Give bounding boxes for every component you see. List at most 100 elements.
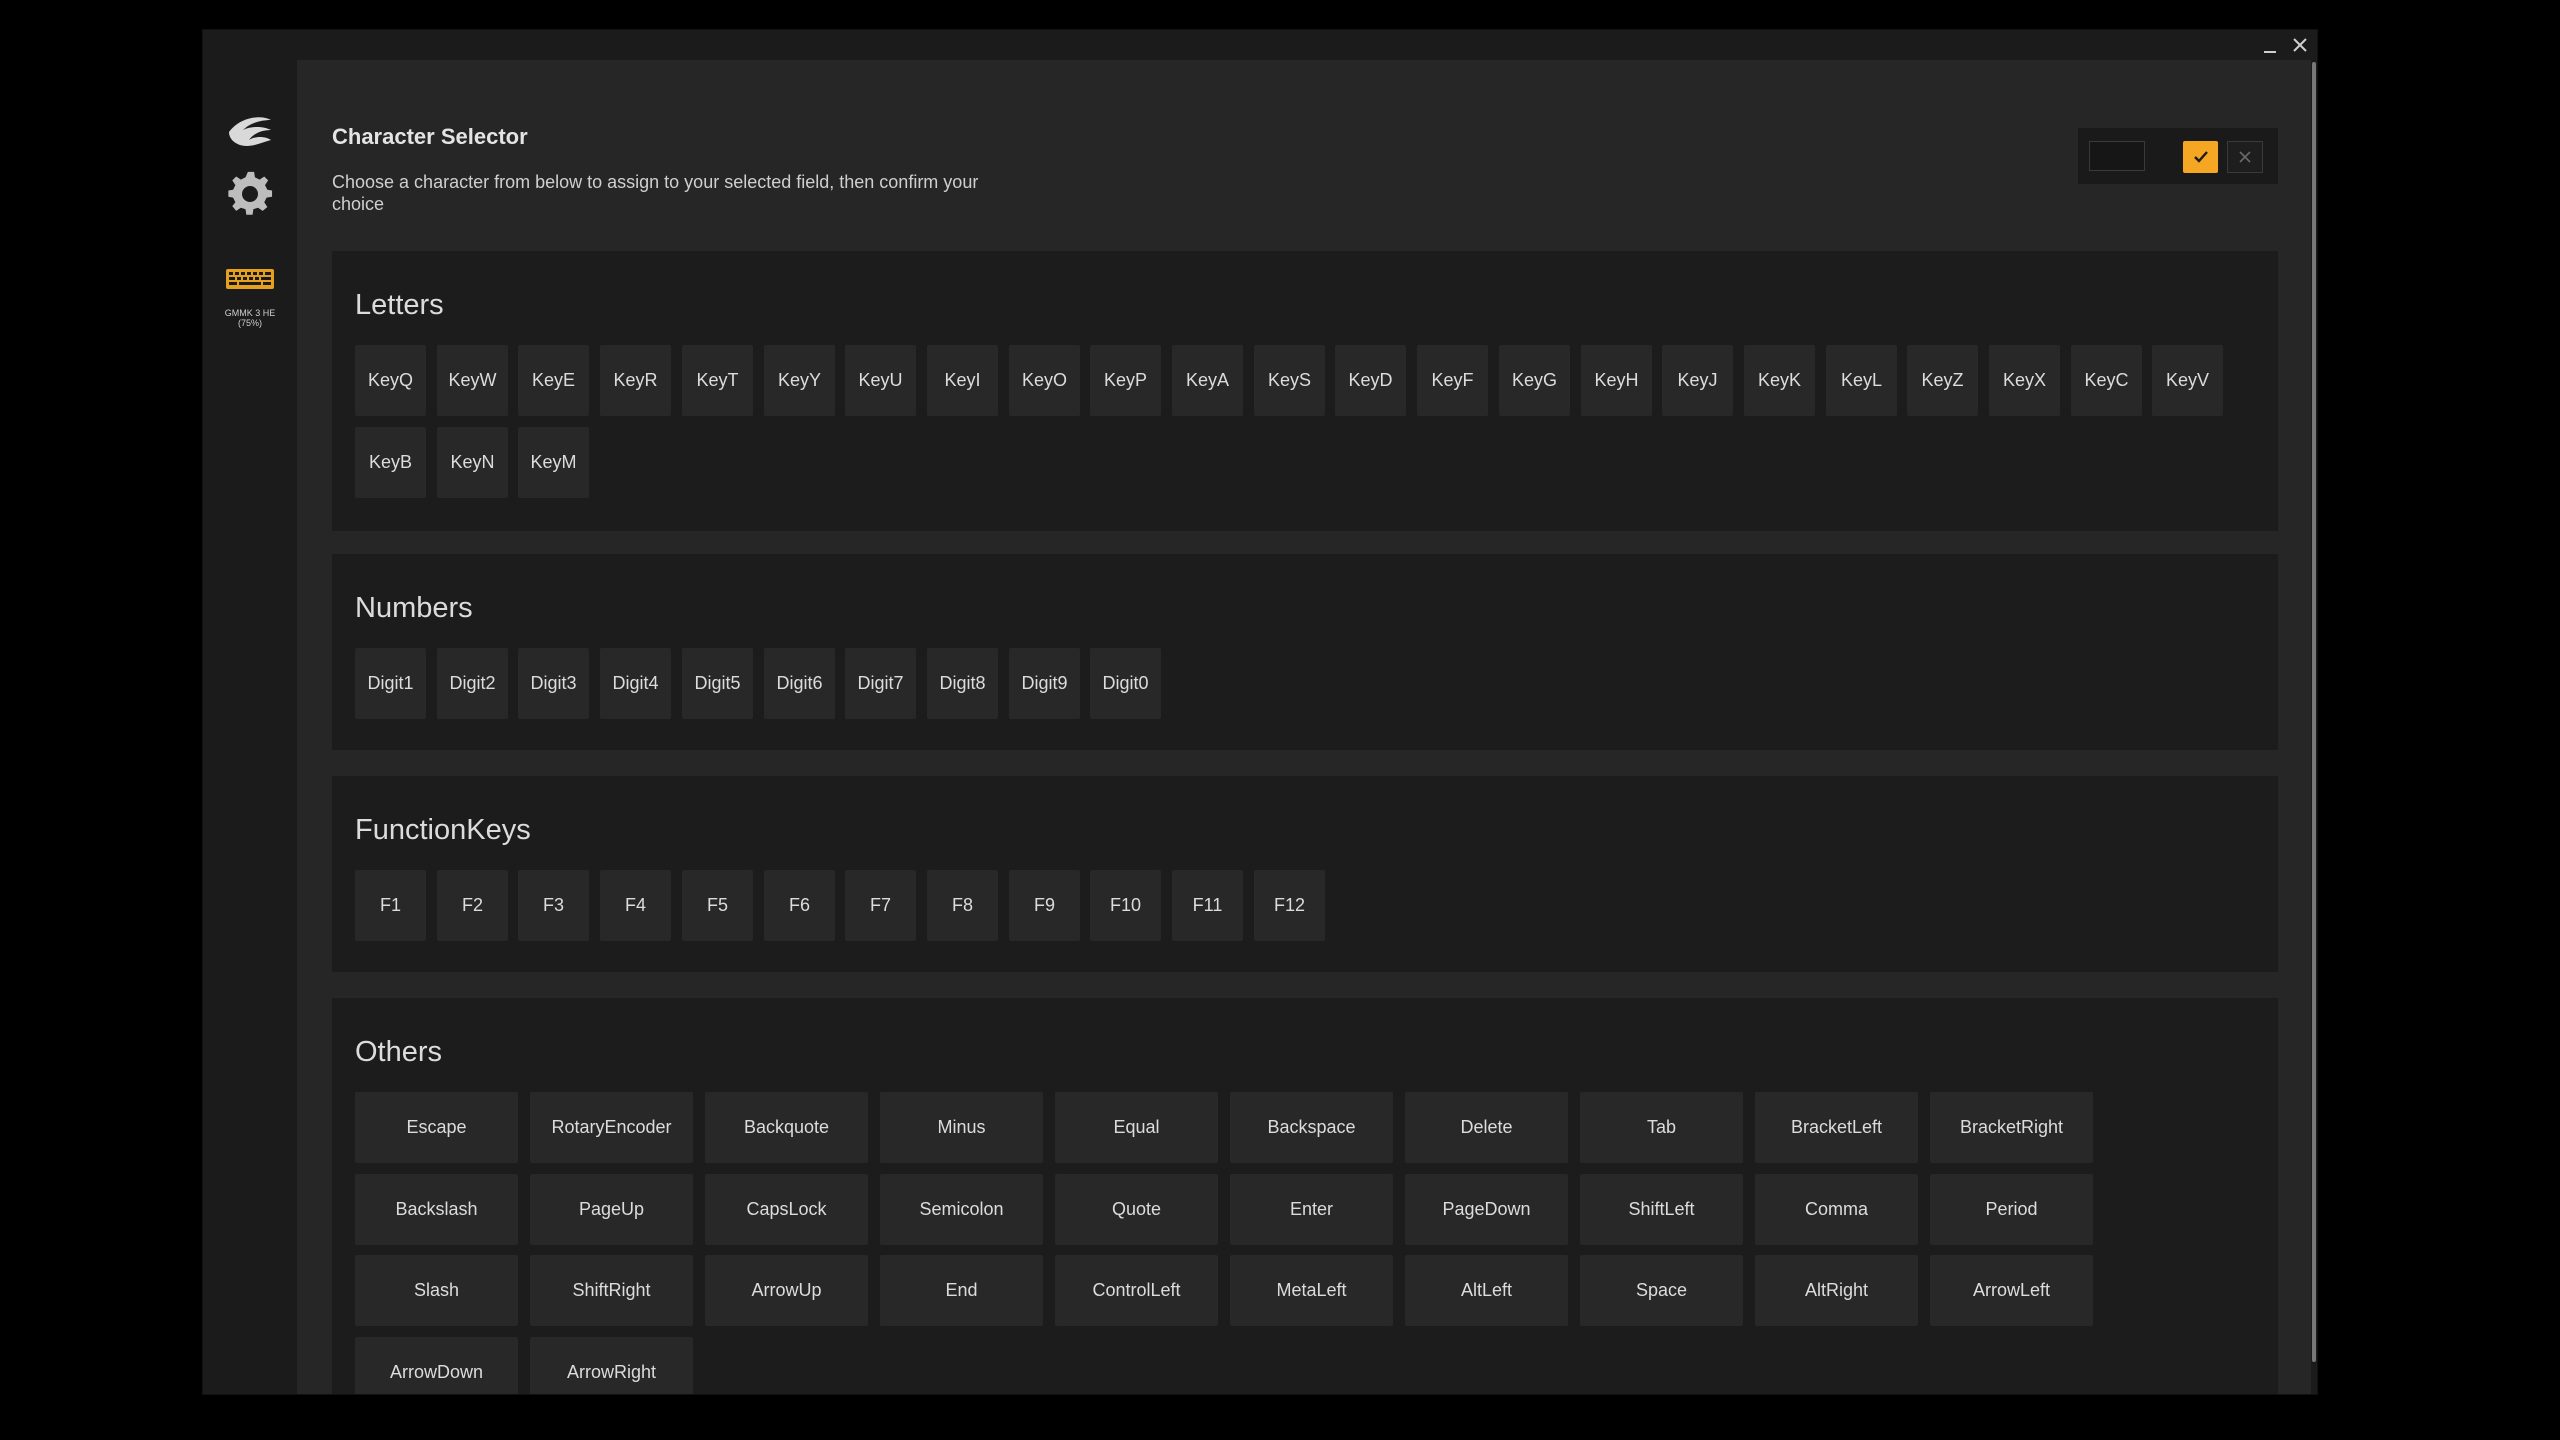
key-button-rotaryencoder[interactable]: RotaryEncoder: [530, 1092, 693, 1163]
key-button-arrowright[interactable]: ArrowRight: [530, 1337, 693, 1394]
key-button-semicolon[interactable]: Semicolon: [880, 1174, 1043, 1245]
key-button-altright[interactable]: AltRight: [1755, 1255, 1918, 1326]
close-window-button[interactable]: [2287, 34, 2313, 56]
key-button-keyd[interactable]: KeyD: [1335, 345, 1406, 416]
key-button-f12[interactable]: F12: [1254, 870, 1325, 941]
page-description: Choose a character from below to assign …: [332, 172, 979, 214]
key-button-controlleft[interactable]: ControlLeft: [1055, 1255, 1218, 1326]
key-button-escape[interactable]: Escape: [355, 1092, 518, 1163]
section-functionkeys: FunctionKeys F1 F2 F3 F4 F5 F6 F7 F8 F9 F10 F11 F12: [332, 776, 2278, 972]
key-button-equal[interactable]: Equal: [1055, 1092, 1218, 1163]
main-panel: Character Selector Choose a character fr…: [297, 60, 2311, 1394]
key-button-digit3[interactable]: Digit3: [518, 648, 589, 719]
key-button-keyy[interactable]: KeyY: [764, 345, 835, 416]
key-button-altleft[interactable]: AltLeft: [1405, 1255, 1568, 1326]
key-button-keyt[interactable]: KeyT: [682, 345, 753, 416]
key-button-period[interactable]: Period: [1930, 1174, 2093, 1245]
key-button-digit1[interactable]: Digit1: [355, 648, 426, 719]
key-button-f4[interactable]: F4: [600, 870, 671, 941]
section-title: Letters: [355, 289, 444, 321]
key-button-pagedown[interactable]: PageDown: [1405, 1174, 1568, 1245]
section-title: FunctionKeys: [355, 814, 531, 846]
brand-logo-icon[interactable]: [225, 112, 275, 148]
section-others: Others Escape RotaryEncoder Backquote Minus E…: [332, 998, 2278, 1394]
key-button-end[interactable]: End: [880, 1255, 1043, 1326]
key-button-shiftright[interactable]: ShiftRight: [530, 1255, 693, 1326]
key-button-keyh[interactable]: KeyH: [1581, 345, 1652, 416]
section-numbers: Numbers Digit1 Digit2 Digit3 Digit4 Digit5 Dig…: [332, 554, 2278, 750]
key-button-slash[interactable]: Slash: [355, 1255, 518, 1326]
minimize-button[interactable]: [2257, 34, 2283, 56]
key-button-keyv[interactable]: KeyV: [2152, 345, 2223, 416]
character-selector-window: GMMK 3 HE (75%) Character Selector Choos…: [203, 30, 2317, 1394]
close-icon: [2239, 151, 2251, 163]
key-button-arrowdown[interactable]: ArrowDown: [355, 1337, 518, 1394]
confirm-button[interactable]: [2183, 141, 2218, 173]
key-button-f6[interactable]: F6: [764, 870, 835, 941]
key-button-keyj[interactable]: KeyJ: [1662, 345, 1733, 416]
cancel-button[interactable]: [2227, 141, 2263, 173]
key-button-digit0[interactable]: Digit0: [1090, 648, 1161, 719]
key-button-arrowleft[interactable]: ArrowLeft: [1930, 1255, 2093, 1326]
key-button-tab[interactable]: Tab: [1580, 1092, 1743, 1163]
key-button-keye[interactable]: KeyE: [518, 345, 589, 416]
key-button-digit9[interactable]: Digit9: [1009, 648, 1080, 719]
key-button-digit2[interactable]: Digit2: [437, 648, 508, 719]
key-button-pageup[interactable]: PageUp: [530, 1174, 693, 1245]
selected-character-field[interactable]: [2089, 141, 2145, 171]
key-button-comma[interactable]: Comma: [1755, 1174, 1918, 1245]
section-title: Others: [355, 1036, 443, 1068]
key-button-keyf[interactable]: KeyF: [1417, 345, 1488, 416]
key-button-f7[interactable]: F7: [845, 870, 916, 941]
key-button-f11[interactable]: F11: [1172, 870, 1243, 941]
key-button-keym[interactable]: KeyM: [518, 427, 589, 498]
key-button-space[interactable]: Space: [1580, 1255, 1743, 1326]
key-button-digit5[interactable]: Digit5: [682, 648, 753, 719]
key-button-keyk[interactable]: KeyK: [1744, 345, 1815, 416]
key-button-bracketleft[interactable]: BracketLeft: [1755, 1092, 1918, 1163]
key-button-shiftleft[interactable]: ShiftLeft: [1580, 1174, 1743, 1245]
key-button-f5[interactable]: F5: [682, 870, 753, 941]
key-button-metaleft[interactable]: MetaLeft: [1230, 1255, 1393, 1326]
key-button-minus[interactable]: Minus: [880, 1092, 1043, 1163]
key-button-keyq[interactable]: KeyQ: [355, 345, 426, 416]
key-button-keyu[interactable]: KeyU: [845, 345, 916, 416]
key-button-keyg[interactable]: KeyG: [1499, 345, 1570, 416]
key-button-capslock[interactable]: CapsLock: [705, 1174, 868, 1245]
key-button-f1[interactable]: F1: [355, 870, 426, 941]
key-button-f9[interactable]: F9: [1009, 870, 1080, 941]
key-button-keyw[interactable]: KeyW: [437, 345, 508, 416]
key-button-quote[interactable]: Quote: [1055, 1174, 1218, 1245]
key-button-f10[interactable]: F10: [1090, 870, 1161, 941]
key-button-f2[interactable]: F2: [437, 870, 508, 941]
key-button-bracketright[interactable]: BracketRight: [1930, 1092, 2093, 1163]
key-button-backslash[interactable]: Backslash: [355, 1174, 518, 1245]
key-button-arrowup[interactable]: ArrowUp: [705, 1255, 868, 1326]
key-button-backspace[interactable]: Backspace: [1230, 1092, 1393, 1163]
scrollbar-thumb[interactable]: [2312, 62, 2316, 1362]
key-button-keyn[interactable]: KeyN: [437, 427, 508, 498]
key-button-keyi[interactable]: KeyI: [927, 345, 998, 416]
key-button-enter[interactable]: Enter: [1230, 1174, 1393, 1245]
key-button-keyp[interactable]: KeyP: [1090, 345, 1161, 416]
key-button-keyb[interactable]: KeyB: [355, 427, 426, 498]
key-button-keyo[interactable]: KeyO: [1009, 345, 1080, 416]
key-button-keyz[interactable]: KeyZ: [1907, 345, 1978, 416]
scrollbar[interactable]: [2311, 60, 2317, 1394]
key-button-digit6[interactable]: Digit6: [764, 648, 835, 719]
gear-icon[interactable]: [225, 168, 275, 220]
key-button-keyl[interactable]: KeyL: [1826, 345, 1897, 416]
key-button-digit8[interactable]: Digit8: [927, 648, 998, 719]
key-button-backquote[interactable]: Backquote: [705, 1092, 868, 1163]
keyboard-icon[interactable]: [225, 266, 275, 292]
key-button-keys[interactable]: KeyS: [1254, 345, 1325, 416]
key-button-keyx[interactable]: KeyX: [1989, 345, 2060, 416]
key-button-f8[interactable]: F8: [927, 870, 998, 941]
key-button-delete[interactable]: Delete: [1405, 1092, 1568, 1163]
key-button-digit4[interactable]: Digit4: [600, 648, 671, 719]
key-button-f3[interactable]: F3: [518, 870, 589, 941]
key-button-keya[interactable]: KeyA: [1172, 345, 1243, 416]
key-button-keyr[interactable]: KeyR: [600, 345, 671, 416]
key-button-keyc[interactable]: KeyC: [2071, 345, 2142, 416]
key-button-digit7[interactable]: Digit7: [845, 648, 916, 719]
